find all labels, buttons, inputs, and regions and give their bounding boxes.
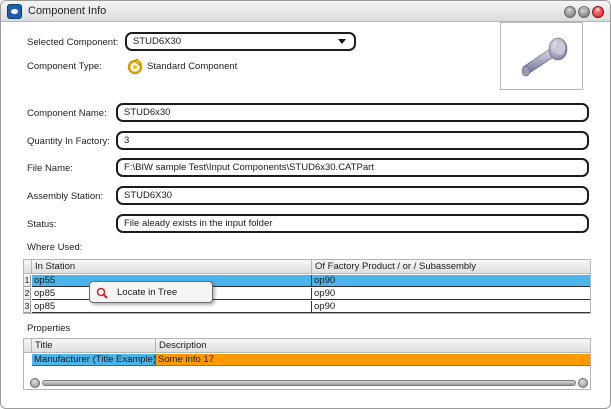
assembly-station-field[interactable]: STUD6X30 <box>116 186 589 205</box>
column-header-description[interactable]: Description <box>156 339 590 353</box>
column-header-product[interactable]: Of Factory Product / or / Subassembly <box>312 260 590 274</box>
close-button[interactable]: × <box>592 5 604 18</box>
app-logo-icon <box>7 4 22 19</box>
status-label: Status: <box>27 219 57 230</box>
component-preview-image <box>500 22 583 90</box>
minimize-icon: – <box>567 5 573 14</box>
row-header-corner <box>24 260 32 274</box>
component-type-label: Component Type: <box>27 61 102 72</box>
row-header-corner <box>24 339 32 353</box>
quantity-field[interactable]: 3 <box>116 131 589 150</box>
title-bar: Component Info – □ × <box>1 1 610 22</box>
magnifier-icon <box>96 287 108 299</box>
component-name-label: Component Name: <box>27 108 107 119</box>
scroll-left-button[interactable] <box>30 378 40 388</box>
quantity-label: Quantity In Factory: <box>27 136 110 147</box>
scroll-right-button[interactable] <box>578 378 588 388</box>
where-used-label: Where Used: <box>27 242 83 253</box>
selected-component-value: STUD6X30 <box>133 36 182 47</box>
maximize-button[interactable]: □ <box>578 5 590 18</box>
minimize-button[interactable]: – <box>564 5 576 18</box>
column-header-title[interactable]: Title <box>32 339 156 353</box>
table-cell-product[interactable]: op90 <box>312 275 590 287</box>
selected-component-dropdown[interactable]: STUD6X30 <box>125 32 356 51</box>
stud-part-icon <box>521 37 568 77</box>
table-cell-description[interactable]: Some info 17 <box>156 354 590 366</box>
status-field[interactable]: File aleady exists in the input folder <box>116 214 589 233</box>
scrollbar-thumb[interactable] <box>42 380 576 386</box>
context-menu: Locate in Tree <box>89 281 213 303</box>
assembly-station-label: Assembly Station: <box>27 191 104 202</box>
component-type-value: Standard Component <box>147 61 238 72</box>
table-cell-product[interactable]: op90 <box>312 288 590 300</box>
standard-component-icon <box>127 58 143 75</box>
maximize-icon: □ <box>581 5 587 14</box>
properties-label: Properties <box>27 323 71 334</box>
selected-component-label: Selected Component: <box>27 37 119 48</box>
window-title: Component Info <box>28 5 107 17</box>
row-number: 1 <box>24 275 31 287</box>
file-name-field[interactable]: F:\BIW sample Test\Input Components\STUD… <box>116 158 589 177</box>
file-name-label: File Name: <box>27 163 73 174</box>
row-number: 3 <box>24 301 31 313</box>
table-cell-title[interactable]: Manufacturer (Title Example) <box>32 354 156 366</box>
chevron-down-icon <box>338 39 346 44</box>
row-number: 2 <box>24 288 31 300</box>
component-name-field[interactable]: STUD6x30 <box>116 103 589 122</box>
locate-in-tree-menu-item[interactable]: Locate in Tree <box>117 287 177 298</box>
table-cell-product[interactable]: op90 <box>312 301 590 313</box>
horizontal-scrollbar[interactable] <box>30 377 590 389</box>
close-icon: × <box>595 5 601 14</box>
component-info-window: Component Info – □ × Selected Component:… <box>0 0 611 409</box>
column-header-in-station[interactable]: In Station <box>32 260 312 274</box>
